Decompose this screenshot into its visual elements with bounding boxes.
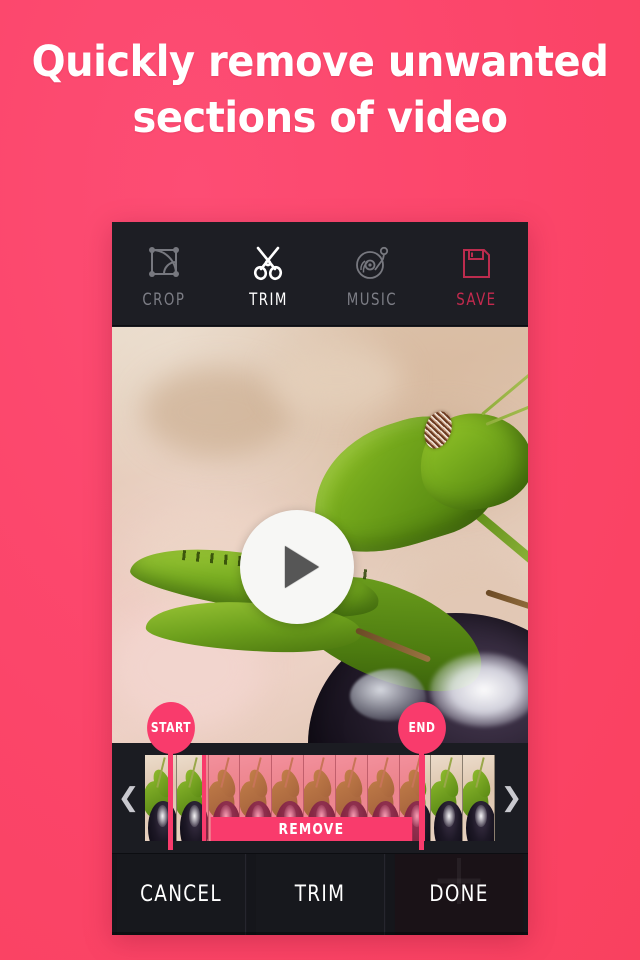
filmstrip[interactable]: REMOVE bbox=[145, 755, 495, 841]
headline-line-1: Quickly remove unwanted bbox=[31, 37, 609, 87]
video-preview[interactable] bbox=[112, 327, 528, 743]
toolbar-item-save[interactable]: SAVE bbox=[424, 222, 528, 325]
toolbar-label-save: SAVE bbox=[455, 289, 497, 309]
app-screenshot-panel: CROP TRIM MUSIC SAVE ❮ REMOVE ❯ CANCEL T… bbox=[112, 222, 528, 935]
page-headline: Quickly remove unwanted sections of vide… bbox=[22, 34, 617, 146]
start-marker[interactable]: START bbox=[147, 702, 195, 754]
scissors-icon bbox=[247, 243, 289, 283]
trim-label: TRIM bbox=[294, 882, 346, 907]
end-marker-label: END bbox=[408, 720, 436, 736]
toolbar-label-crop: CROP bbox=[142, 289, 186, 309]
end-marker-tail bbox=[419, 742, 424, 850]
headline-line-2: sections of video bbox=[132, 93, 508, 143]
remove-label: REMOVE bbox=[278, 820, 345, 838]
start-marker-label: START bbox=[150, 720, 192, 736]
background-texture bbox=[142, 367, 292, 457]
start-marker-tail bbox=[168, 742, 173, 850]
done-button[interactable]: DONE bbox=[394, 854, 524, 935]
trim-selection-start-edge[interactable] bbox=[202, 755, 207, 841]
toolbar-item-crop[interactable]: CROP bbox=[112, 222, 216, 325]
vinyl-record-icon bbox=[351, 243, 393, 283]
filmstrip-frame[interactable] bbox=[463, 755, 495, 841]
play-button[interactable] bbox=[240, 510, 354, 624]
floppy-disk-icon bbox=[455, 243, 497, 283]
action-bar: CANCEL TRIM DONE bbox=[112, 853, 528, 935]
toolbar-item-trim[interactable]: TRIM bbox=[216, 222, 320, 325]
chevron-right-icon[interactable]: ❯ bbox=[495, 785, 528, 811]
toolbar-label-trim: TRIM bbox=[248, 289, 288, 309]
trim-button[interactable]: TRIM bbox=[255, 854, 386, 935]
toolbar-label-music: MUSIC bbox=[346, 289, 398, 309]
cancel-label: CANCEL bbox=[140, 882, 222, 907]
panel-bottom-edge bbox=[112, 932, 528, 935]
toolbar-item-music[interactable]: MUSIC bbox=[320, 222, 424, 325]
play-icon bbox=[285, 546, 319, 588]
editor-toolbar: CROP TRIM MUSIC SAVE bbox=[112, 222, 528, 326]
end-marker[interactable]: END bbox=[398, 702, 446, 754]
cancel-button[interactable]: CANCEL bbox=[116, 854, 247, 935]
remove-button[interactable]: REMOVE bbox=[211, 817, 413, 841]
background-texture bbox=[272, 345, 402, 415]
done-label: DONE bbox=[429, 882, 489, 907]
filmstrip-frame[interactable] bbox=[431, 755, 464, 841]
eggplant-highlight bbox=[430, 653, 528, 727]
crop-icon bbox=[143, 243, 185, 283]
trim-timeline: ❮ REMOVE ❯ bbox=[112, 743, 528, 853]
chevron-left-icon[interactable]: ❮ bbox=[112, 785, 145, 811]
